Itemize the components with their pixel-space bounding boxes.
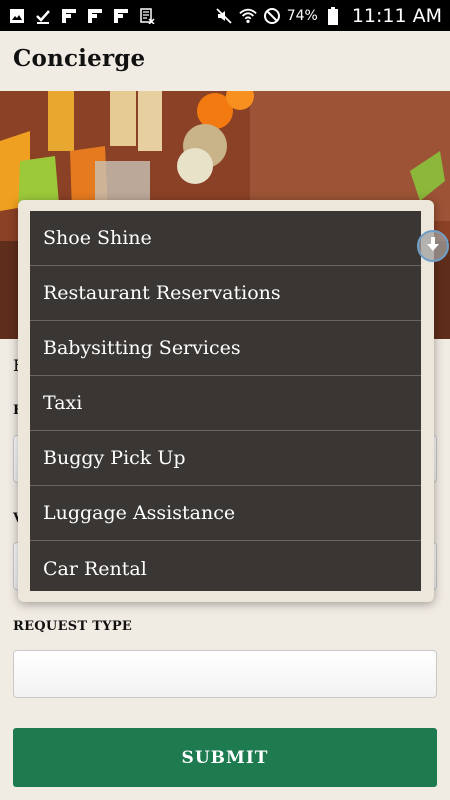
mute-icon bbox=[215, 7, 233, 25]
submit-button[interactable]: SUBMIT bbox=[13, 728, 437, 787]
flipboard-icon bbox=[86, 7, 104, 25]
arrow-down-icon bbox=[426, 236, 440, 256]
wifi-icon bbox=[238, 7, 257, 25]
request-type-dropdown: Shoe Shine Restaurant Reservations Babys… bbox=[18, 200, 434, 602]
battery-percent: 74% bbox=[286, 7, 318, 24]
scroll-handle[interactable] bbox=[417, 230, 449, 262]
dropdown-option[interactable]: Car Rental bbox=[30, 541, 421, 591]
dropdown-option[interactable]: Luggage Assistance bbox=[30, 486, 421, 541]
news-icon bbox=[138, 7, 156, 25]
battery-icon bbox=[324, 6, 342, 25]
page-title: Concierge bbox=[13, 45, 146, 72]
dropdown-option[interactable]: Shoe Shine bbox=[30, 211, 421, 266]
app-header: Concierge bbox=[0, 31, 450, 91]
flipboard-icon bbox=[112, 7, 130, 25]
dnd-icon bbox=[263, 7, 281, 25]
flipboard-icon bbox=[60, 7, 78, 25]
clock: 11:11 AM bbox=[351, 4, 442, 27]
dropdown-option[interactable]: Taxi bbox=[30, 376, 421, 431]
request-type-label: REQUEST TYPE bbox=[13, 619, 133, 634]
download-done-icon bbox=[34, 7, 52, 25]
status-bar: 74% 11:11 AM bbox=[0, 0, 450, 31]
dropdown-option[interactable]: Restaurant Reservations bbox=[30, 266, 421, 321]
dropdown-list: Shoe Shine Restaurant Reservations Babys… bbox=[30, 211, 421, 591]
dropdown-option[interactable]: Buggy Pick Up bbox=[30, 431, 421, 486]
image-icon bbox=[8, 7, 26, 25]
request-type-select[interactable] bbox=[13, 650, 437, 698]
dropdown-option[interactable]: Babysitting Services bbox=[30, 321, 421, 376]
